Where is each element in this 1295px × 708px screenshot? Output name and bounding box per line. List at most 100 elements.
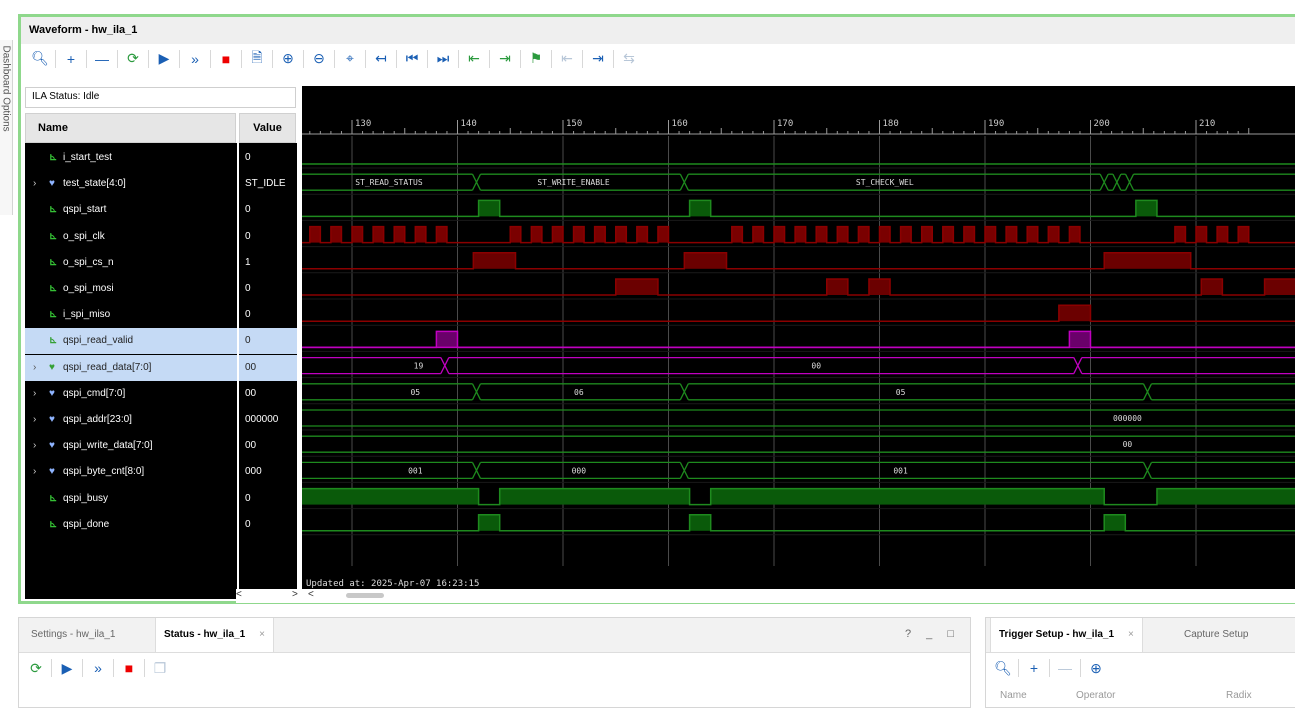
previous-marker-icon[interactable]: ⇤ (554, 48, 580, 70)
expand-chevron-icon[interactable]: › (33, 407, 36, 433)
expand-chevron-icon[interactable]: › (33, 433, 36, 459)
signal-row[interactable]: ⊾ o_spi_clk (25, 224, 237, 250)
signal-row[interactable]: ⊾ o_spi_mosi (25, 276, 237, 302)
name-column-header[interactable]: Name (25, 113, 236, 143)
copy-icon[interactable]: ❐ (147, 657, 173, 679)
refresh-icon[interactable]: ⟳ (120, 48, 146, 70)
signal-high-fill (394, 226, 405, 243)
wave-scroll-left-arrow[interactable]: < (308, 589, 314, 600)
zoom-out-icon[interactable]: ⊖ (306, 48, 332, 70)
toolbar-separator (86, 49, 87, 68)
stop-icon[interactable]: ■ (116, 657, 142, 679)
signal-row[interactable]: ⊾ o_spi_cs_n (25, 250, 237, 276)
tab-trigger-setup[interactable]: Trigger Setup - hw_ila_1 × (990, 618, 1143, 652)
dashboard-options-tab[interactable]: Dashboard Options (0, 40, 13, 215)
search-icon[interactable]: 🔍︎ (990, 657, 1016, 679)
add-marker-icon[interactable]: ⚑ (523, 48, 549, 70)
signal-row[interactable]: › ♥ qspi_addr[23:0] (25, 407, 237, 433)
stop-icon[interactable]: ■ (213, 48, 239, 70)
next-transition-icon[interactable]: ⇥ (492, 48, 518, 70)
signal-high-fill (774, 226, 785, 243)
tab-status[interactable]: Status - hw_ila_1 × (155, 618, 274, 652)
signal-row[interactable]: ⊾ qspi_start (25, 197, 237, 223)
waveform-viewer[interactable]: 130 140 150 160 170 180 190 200 210 ST_READ_STATU… (302, 86, 1295, 599)
signal-row[interactable]: › ♥ test_state[4:0] (25, 171, 237, 197)
ruler-tick-label: 200 (1094, 119, 1110, 129)
signal-name: qspi_read_valid (63, 335, 134, 347)
column-header-name[interactable]: Name (1000, 690, 1027, 701)
swap-cursors-icon[interactable]: ⇆ (616, 48, 642, 70)
bus-value-label: 000000 (1113, 414, 1142, 423)
wire-signal-icon: ⊾ (49, 152, 58, 163)
horizontal-scrollbar[interactable]: < > < (236, 589, 1295, 603)
tab-settings[interactable]: Settings - hw_ila_1 (23, 618, 124, 652)
tab-settings-label: Settings - hw_ila_1 (31, 629, 116, 640)
toolbar-separator (551, 49, 552, 68)
expand-chevron-icon[interactable]: › (33, 381, 36, 407)
remove-icon[interactable]: — (89, 48, 115, 70)
toolbar-separator (582, 49, 583, 68)
scroll-thumb[interactable] (346, 593, 384, 598)
signal-high-fill (615, 279, 658, 295)
expand-chevron-icon[interactable]: › (33, 171, 36, 197)
window-controls[interactable]: ? _ □ (905, 628, 960, 640)
search-icon[interactable]: 🔍︎ (27, 48, 53, 70)
go-to-cursor-icon[interactable]: ↤ (368, 48, 394, 70)
expand-chevron-icon[interactable]: › (33, 459, 36, 485)
signal-name: o_spi_cs_n (63, 256, 114, 268)
column-header-operator[interactable]: Operator (1076, 690, 1115, 701)
add-icon[interactable]: + (58, 48, 84, 70)
expand-chevron-icon[interactable]: › (33, 355, 36, 381)
signal-value: 0 (245, 230, 251, 242)
trigger-panel-tabs: Trigger Setup - hw_ila_1 × Capture Setup (986, 618, 1295, 653)
signal-high-fill (1104, 252, 1191, 269)
scroll-left-arrow[interactable]: < (236, 589, 242, 600)
next-marker-icon[interactable]: ⇥ (585, 48, 611, 70)
signal-row[interactable]: › ♥ qspi_byte_cnt[8:0] (25, 459, 237, 485)
signal-high-fill (615, 226, 627, 243)
signal-row[interactable]: ⊾ qspi_done (25, 512, 237, 538)
bus-value-label: 00 (811, 362, 821, 371)
go-to-last-time-icon[interactable]: ⏭︎ (430, 48, 456, 70)
signal-high-fill (552, 226, 563, 243)
tab-capture-setup[interactable]: Capture Setup (1176, 618, 1257, 652)
signal-high-fill (415, 226, 426, 243)
zoom-in-icon[interactable]: ⊕ (275, 48, 301, 70)
signal-row[interactable]: › ♥ qspi_cmd[7:0] (25, 381, 237, 407)
signal-high-fill (689, 514, 711, 531)
ruler-tick-label: 160 (672, 119, 688, 129)
run-trigger-icon[interactable]: ▶ (54, 657, 80, 679)
run-immediate-icon[interactable]: » (85, 657, 111, 679)
close-tab-icon[interactable]: × (1128, 629, 1134, 640)
remove-icon[interactable]: — (1052, 657, 1078, 679)
column-header-radix[interactable]: Radix (1226, 690, 1252, 701)
export-icon[interactable]: 🗎︎ (244, 48, 270, 70)
signal-high-fill (573, 226, 585, 243)
signal-high-fill (1174, 226, 1186, 243)
ruler-tick-label: 150 (566, 119, 582, 129)
waveform-canvas[interactable]: 130 140 150 160 170 180 190 200 210 ST_READ_STATU… (302, 86, 1295, 599)
wire-signal-icon: ⊾ (49, 492, 58, 504)
signal-row[interactable]: › ♥ qspi_read_data[7:0] (25, 354, 237, 381)
signal-high-fill (689, 200, 711, 217)
signal-high-fill (1264, 279, 1295, 295)
zoom-fit-icon[interactable]: ⌖ (337, 48, 363, 70)
signal-row[interactable]: ⊾ i_spi_miso (25, 302, 237, 328)
previous-transition-icon[interactable]: ⇤ (461, 48, 487, 70)
run-immediate-icon[interactable]: » (182, 48, 208, 70)
value-column-header[interactable]: Value (239, 113, 296, 143)
add-icon[interactable]: + (1021, 657, 1047, 679)
signal-row[interactable]: ⊾ i_start_test (25, 145, 237, 171)
signal-name: i_start_test (63, 152, 112, 163)
toolbar-separator (334, 49, 335, 68)
signal-row[interactable]: › ♥ qspi_write_data[7:0] (25, 433, 237, 459)
signal-row[interactable]: ⊾ qspi_read_valid (25, 328, 237, 355)
signal-row[interactable]: ⊾ qspi_busy (25, 486, 237, 512)
refresh-icon[interactable]: ⟳ (23, 657, 49, 679)
trigger-setup-panel: Trigger Setup - hw_ila_1 × Capture Setup … (985, 617, 1295, 708)
run-trigger-icon[interactable]: ▶ (151, 48, 177, 70)
trigger-condition-icon[interactable]: ⊕ (1083, 657, 1109, 679)
close-tab-icon[interactable]: × (259, 629, 265, 640)
go-to-time-zero-icon[interactable]: ⏮︎ (399, 48, 425, 70)
scroll-right-arrow[interactable]: > (292, 589, 298, 600)
